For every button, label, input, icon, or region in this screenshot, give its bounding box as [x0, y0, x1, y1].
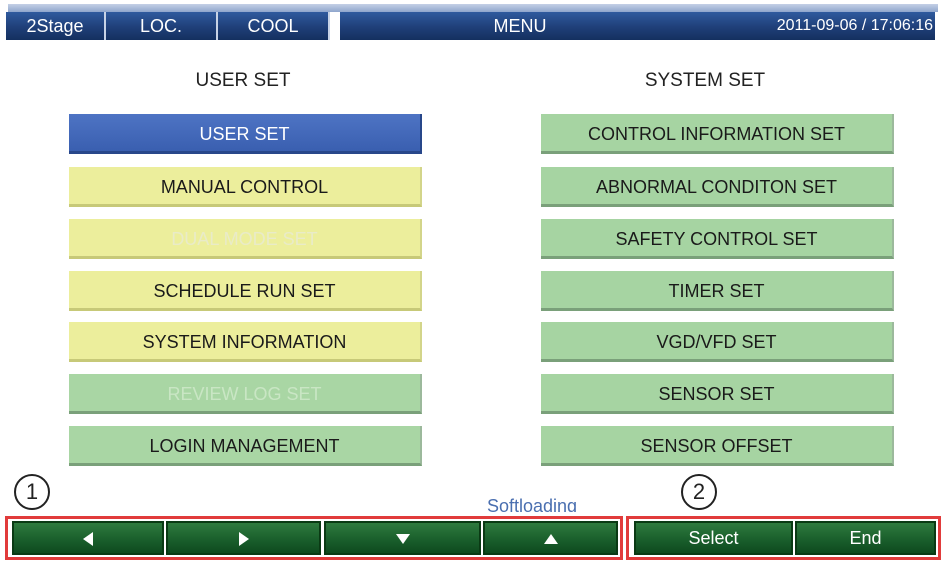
datetime-display: 2011-09-06 / 17:06:16: [700, 12, 935, 40]
user-set-title: USER SET: [195, 70, 291, 91]
up-button[interactable]: [483, 521, 618, 555]
menu-user-set-button[interactable]: USER SET: [69, 114, 422, 154]
menu-sensor-set-button[interactable]: SENSOR SET: [541, 374, 894, 414]
location-indicator: LOC.: [106, 12, 218, 40]
up-arrow-icon: [543, 534, 558, 545]
menu-dual-mode-set-button[interactable]: DUAL MODE SET: [69, 219, 422, 259]
right-button[interactable]: [166, 521, 321, 555]
page-title: MENU: [340, 12, 700, 40]
menu-control-information-set-button[interactable]: CONTROL INFORMATION SET: [541, 114, 894, 154]
end-button[interactable]: End: [795, 521, 936, 555]
select-button[interactable]: Select: [634, 521, 793, 555]
down-arrow-icon: [395, 534, 410, 545]
menu-schedule-run-set-button[interactable]: SCHEDULE RUN SET: [69, 271, 422, 311]
mode-indicator: COOL: [218, 12, 330, 40]
system-set-title: SYSTEM SET: [644, 70, 766, 91]
marker-1: 1: [14, 474, 50, 510]
menu-sensor-offset-button[interactable]: SENSOR OFFSET: [541, 426, 894, 466]
marker-2: 2: [681, 474, 717, 510]
down-button[interactable]: [324, 521, 481, 555]
menu-system-information-button[interactable]: SYSTEM INFORMATION: [69, 322, 422, 362]
right-arrow-icon: [238, 532, 249, 547]
menu-timer-set-button[interactable]: TIMER SET: [541, 271, 894, 311]
menu-safety-control-set-button[interactable]: SAFETY CONTROL SET: [541, 219, 894, 259]
menu-review-log-set-button[interactable]: REVIEW LOG SET: [69, 374, 422, 414]
header-gap: [330, 12, 340, 40]
header-bar: 2Stage LOC. COOL MENU 2011-09-06 / 17:06…: [6, 4, 941, 44]
header-stripe: [8, 4, 938, 12]
menu-abnormal-condition-set-button[interactable]: ABNORMAL CONDITON SET: [541, 167, 894, 207]
stage-indicator: 2Stage: [6, 12, 106, 40]
menu-manual-control-button[interactable]: MANUAL CONTROL: [69, 167, 422, 207]
menu-vgd-vfd-set-button[interactable]: VGD/VFD SET: [541, 322, 894, 362]
left-button[interactable]: [12, 521, 164, 555]
menu-login-management-button[interactable]: LOGIN MANAGEMENT: [69, 426, 422, 466]
left-arrow-icon: [83, 532, 93, 547]
